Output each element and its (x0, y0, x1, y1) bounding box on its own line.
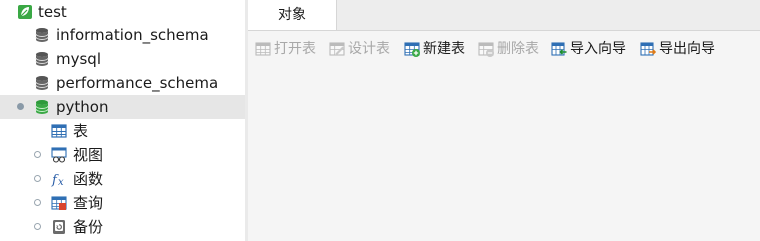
export-wizard-icon (640, 41, 656, 57)
leaf-icon (17, 4, 33, 20)
backup-icon (51, 219, 67, 235)
collapsed-bullet-icon[interactable] (34, 199, 41, 206)
expanded-bullet-icon[interactable] (17, 103, 24, 110)
tree-item-connection-test[interactable]: test (0, 0, 245, 24)
collapsed-bullet-icon[interactable] (34, 175, 41, 182)
tree-item-database[interactable]: mysql (0, 47, 245, 71)
new-table-icon (404, 41, 420, 57)
table-icon (51, 123, 67, 139)
tree-item-tables[interactable]: 表 (0, 119, 245, 143)
tree-item-label: 查询 (73, 194, 104, 212)
tree-item-database[interactable]: information_schema (0, 23, 245, 47)
database-label: python (56, 98, 109, 116)
object-list-area[interactable] (248, 67, 760, 241)
delete-table-icon (478, 41, 494, 57)
connection-label: test (38, 3, 67, 21)
tree-item-backups[interactable]: 备份 (0, 215, 245, 239)
database-label: mysql (56, 50, 101, 68)
export-wizard-button[interactable]: 导出向导 (633, 31, 721, 67)
tree-item-database[interactable]: performance_schema (0, 71, 245, 95)
tree-item-database-selected[interactable]: python (0, 95, 245, 119)
open-table-icon (255, 41, 271, 57)
tree-item-label: 视图 (73, 146, 104, 164)
tab-objects[interactable]: 对象 (248, 0, 337, 30)
delete-table-button[interactable]: 删除表 (471, 31, 544, 67)
database-icon (34, 75, 50, 91)
tree-item-label: 表 (73, 122, 89, 140)
new-table-label: 新建表 (423, 41, 465, 57)
svg-text:x: x (58, 177, 64, 187)
design-table-label: 设计表 (348, 41, 390, 57)
database-label: performance_schema (56, 74, 219, 92)
database-label: information_schema (56, 26, 209, 44)
import-wizard-icon (551, 41, 567, 57)
tree-item-label: 函数 (73, 170, 104, 188)
import-wizard-button[interactable]: 导入向导 (544, 31, 632, 67)
database-icon (34, 27, 50, 43)
query-icon (51, 195, 67, 211)
tree-item-queries[interactable]: 查询 (0, 191, 245, 215)
database-icon (34, 51, 50, 67)
delete-table-label: 删除表 (497, 41, 539, 57)
export-wizard-label: 导出向导 (659, 41, 715, 57)
new-table-button[interactable]: 新建表 (397, 31, 470, 67)
open-table-button[interactable]: 打开表 (248, 31, 321, 67)
collapsed-bullet-icon[interactable] (34, 223, 41, 230)
tree-item-label: 备份 (73, 218, 104, 236)
object-panel: 对象 打开表 设计表 新建表 删除表 导入向导 导出向导 (248, 0, 760, 241)
import-wizard-label: 导入向导 (570, 41, 626, 57)
open-table-label: 打开表 (274, 41, 316, 57)
database-open-icon (34, 99, 50, 115)
collapsed-bullet-icon[interactable] (34, 151, 41, 158)
object-toolbar: 打开表 设计表 新建表 删除表 导入向导 导出向导 (248, 31, 760, 67)
function-icon: f x (51, 171, 67, 187)
tree-item-views[interactable]: 视图 (0, 143, 245, 167)
view-icon (51, 147, 67, 163)
navigator-panel: test information_schema mysql performanc… (0, 0, 245, 241)
design-table-button[interactable]: 设计表 (322, 31, 395, 67)
tab-strip: 对象 (248, 0, 760, 31)
tree-item-functions[interactable]: f x 函数 (0, 167, 245, 191)
design-table-icon (329, 41, 345, 57)
